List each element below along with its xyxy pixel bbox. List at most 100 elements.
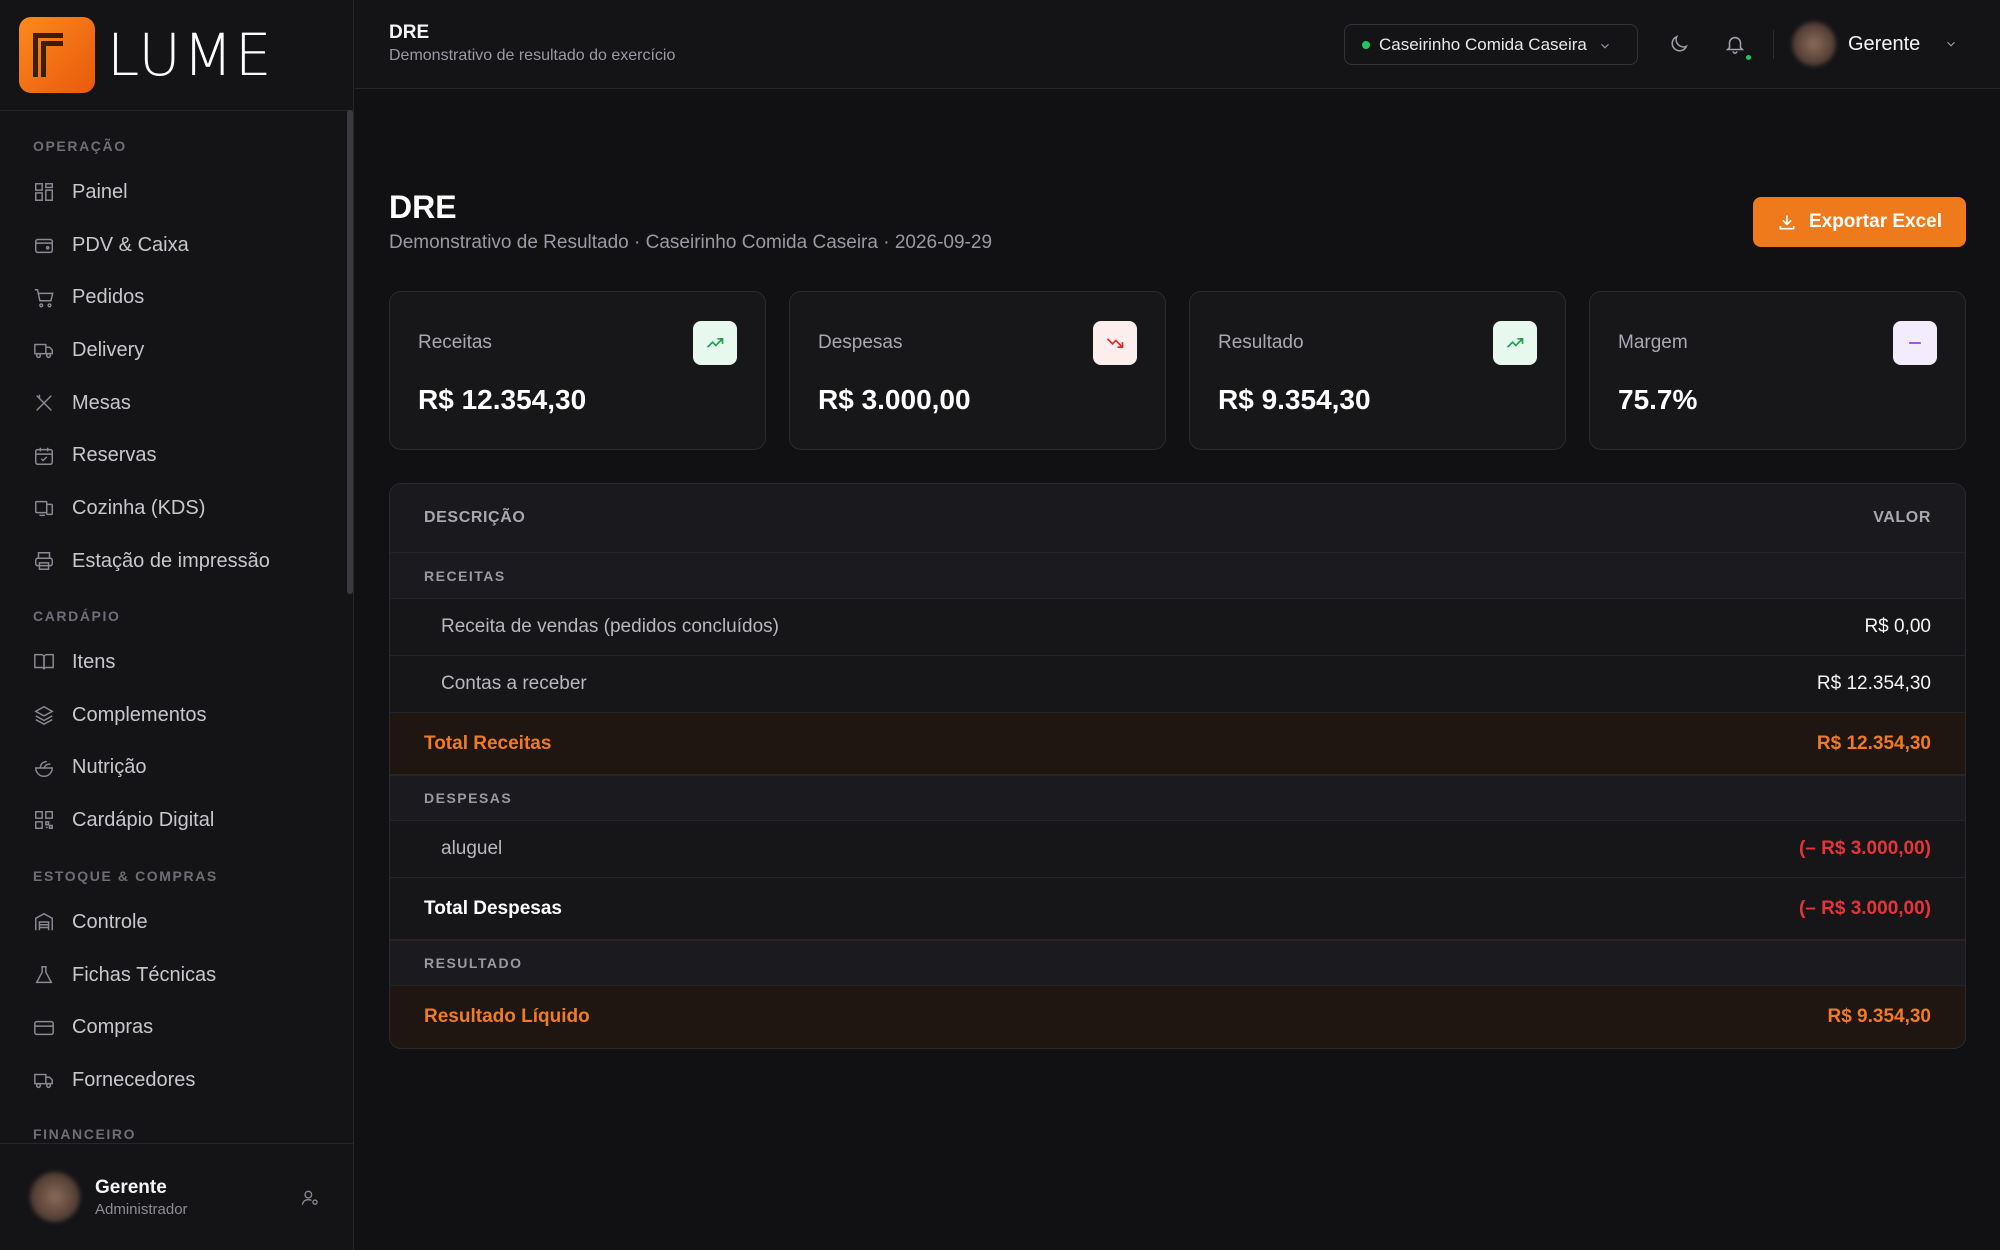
summary-cards: Receitas R$ 12.354,30 Despesas R$ 3.000,00 R… <box>389 291 1966 450</box>
sidebar-item-complementos[interactable]: Complementos <box>0 689 344 742</box>
card-value: R$ 9.354,30 <box>1218 384 1371 415</box>
sidebar-item-label: Estação de impressão <box>72 549 270 572</box>
sidebar-item-label: Fichas Técnicas <box>72 963 217 986</box>
row-value: (– R$ 3.000,00) <box>1798 838 1931 859</box>
summary-card-despesas: Despesas R$ 3.000,00 <box>789 291 1166 450</box>
printer-icon <box>33 550 55 572</box>
card-label: Receitas <box>418 332 492 353</box>
card-label: Resultado <box>1218 332 1304 353</box>
sidebar-item-label: Cardápio Digital <box>72 808 215 831</box>
bell-icon[interactable] <box>1724 33 1746 55</box>
logo-mark-icon <box>19 17 95 93</box>
sidebar-item-label: PDV & Caixa <box>72 233 189 256</box>
summary-card-resultado: Resultado R$ 9.354,30 <box>1189 291 1566 450</box>
sidebar-item-reservas[interactable]: Reservas <box>0 429 344 482</box>
topbar: DRE Demonstrativo de resultado do exercí… <box>355 0 2000 89</box>
export-excel-button[interactable]: Exportar Excel <box>1753 197 1966 247</box>
warehouse-icon <box>33 911 55 933</box>
column-header-value: VALOR <box>1873 509 1931 526</box>
sidebar-item-label: Itens <box>72 650 116 673</box>
sidebar-scrollbar[interactable] <box>347 110 353 594</box>
notification-dot <box>1744 53 1753 62</box>
sidebar-section-title: ESTOQUE & COMPRAS <box>33 868 218 884</box>
table-section-row: RECEITAS <box>390 553 1965 599</box>
topbar-user-name[interactable]: Gerente <box>1848 33 1920 56</box>
sidebar-item-controle[interactable]: Controle <box>0 896 344 949</box>
row-value: (– R$ 3.000,00) <box>1798 897 1931 919</box>
user-name: Gerente <box>95 1176 167 1198</box>
sidebar-item-label: Cozinha (KDS) <box>72 496 206 519</box>
row-label: DESPESAS <box>424 790 513 806</box>
minus-icon <box>1893 321 1937 365</box>
card-value: 75.7% <box>1618 384 1698 415</box>
row-value: R$ 9.354,30 <box>1827 1006 1931 1027</box>
sidebar-item-fichas-t-cnicas[interactable]: Fichas Técnicas <box>0 949 344 1002</box>
export-label: Exportar Excel <box>1808 211 1943 232</box>
table-total-row: Total Despesas (– R$ 3.000,00) <box>390 878 1965 941</box>
row-value: R$ 0,00 <box>1864 616 1931 637</box>
sidebar-item-label: Pedidos <box>72 286 145 309</box>
utensils-icon <box>33 392 55 414</box>
user-settings-icon[interactable] <box>300 1188 320 1208</box>
moon-icon[interactable] <box>1668 33 1690 55</box>
salad-icon <box>33 757 55 779</box>
truck-icon <box>33 1069 55 1091</box>
qr-code-icon <box>33 809 55 831</box>
table-total-row: Total Receitas R$ 12.354,30 <box>390 713 1965 776</box>
row-label: RESULTADO <box>424 955 523 971</box>
sidebar-item-card-pio-digital[interactable]: Cardápio Digital <box>0 794 344 847</box>
sidebar-user-card[interactable]: Gerente Administrador <box>0 1143 354 1250</box>
table-section-row: DESPESAS <box>390 776 1965 821</box>
dre-table: DESCRIÇÃO VALOR RECEITAS Receita de venda… <box>389 483 1966 1049</box>
sidebar-section: OPERAÇÃO Painel PDV & Caixa Pedidos Delivery… <box>0 135 344 588</box>
row-value: R$ 12.354,30 <box>1816 673 1931 694</box>
sidebar-item-mesas[interactable]: Mesas <box>0 377 344 430</box>
logo-text: LUME <box>107 21 274 89</box>
trending-up-icon <box>1493 321 1537 365</box>
sidebar-item-fornecedores[interactable]: Fornecedores <box>0 1054 344 1107</box>
row-value: R$ 12.354,30 <box>1816 732 1931 754</box>
trending-down-icon <box>1093 321 1137 365</box>
sidebar-item-label: Nutrição <box>72 756 147 779</box>
user-role: Administrador <box>95 1200 188 1218</box>
table-section-row: RESULTADO <box>390 941 1965 986</box>
calendar-check-icon <box>33 445 55 467</box>
card-label: Despesas <box>818 332 903 353</box>
download-icon <box>1779 215 1795 230</box>
sidebar-item-pedidos[interactable]: Pedidos <box>0 271 344 324</box>
book-icon <box>33 651 55 673</box>
sidebar-item-cozinha-kds[interactable]: Cozinha (KDS) <box>0 482 344 535</box>
card-label: Margem <box>1618 332 1688 353</box>
sidebar-item-pdv-caixa[interactable]: PDV & Caixa <box>0 219 344 272</box>
sidebar-section-title: CARDÁPIO <box>33 608 121 624</box>
row-label: Resultado Líquido <box>424 1006 590 1027</box>
sidebar-item-nutri-o[interactable]: Nutrição <box>0 741 344 794</box>
sidebar-item-itens[interactable]: Itens <box>0 636 344 689</box>
divider <box>1773 30 1774 59</box>
store-selector[interactable]: Caseirinho Comida Caseira <box>1344 24 1638 65</box>
store-name: Caseirinho Comida Caseira <box>1379 34 1587 54</box>
layers-icon <box>33 704 55 726</box>
sidebar-item-delivery[interactable]: Delivery <box>0 324 344 377</box>
sidebar-item-esta-o-de-impress-o[interactable]: Estação de impressão <box>0 535 344 588</box>
status-dot <box>1362 40 1370 49</box>
sidebar-section: CARDÁPIO Itens Complementos Nutrição Cardápi… <box>0 605 344 847</box>
sidebar-section-title: FINANCEIRO <box>33 1126 137 1142</box>
avatar[interactable] <box>1792 22 1836 66</box>
summary-card-margem: Margem 75.7% <box>1589 291 1966 450</box>
chevron-down-icon[interactable] <box>1944 37 1958 51</box>
logo[interactable]: LUME <box>0 0 353 111</box>
table-header: DESCRIÇÃO VALOR <box>390 484 1965 553</box>
row-label: Total Despesas <box>424 897 562 919</box>
grid-icon <box>33 181 55 203</box>
sidebar: LUME OPERAÇÃO Painel PDV & Caixa Pedidos Del… <box>0 0 354 1250</box>
table-row: aluguel (– R$ 3.000,00) <box>390 821 1965 878</box>
sidebar-item-label: Controle <box>72 910 148 933</box>
column-header-description: DESCRIÇÃO <box>424 509 526 526</box>
card-value: R$ 3.000,00 <box>818 384 971 415</box>
sidebar-item-painel[interactable]: Painel <box>0 166 344 219</box>
sidebar-item-compras[interactable]: Compras <box>0 1001 344 1054</box>
page-title: DRE <box>389 189 457 225</box>
table-row: Contas a receber R$ 12.354,30 <box>390 656 1965 713</box>
page-subtitle: Demonstrativo de Resultado · Caseirinho … <box>389 232 993 253</box>
